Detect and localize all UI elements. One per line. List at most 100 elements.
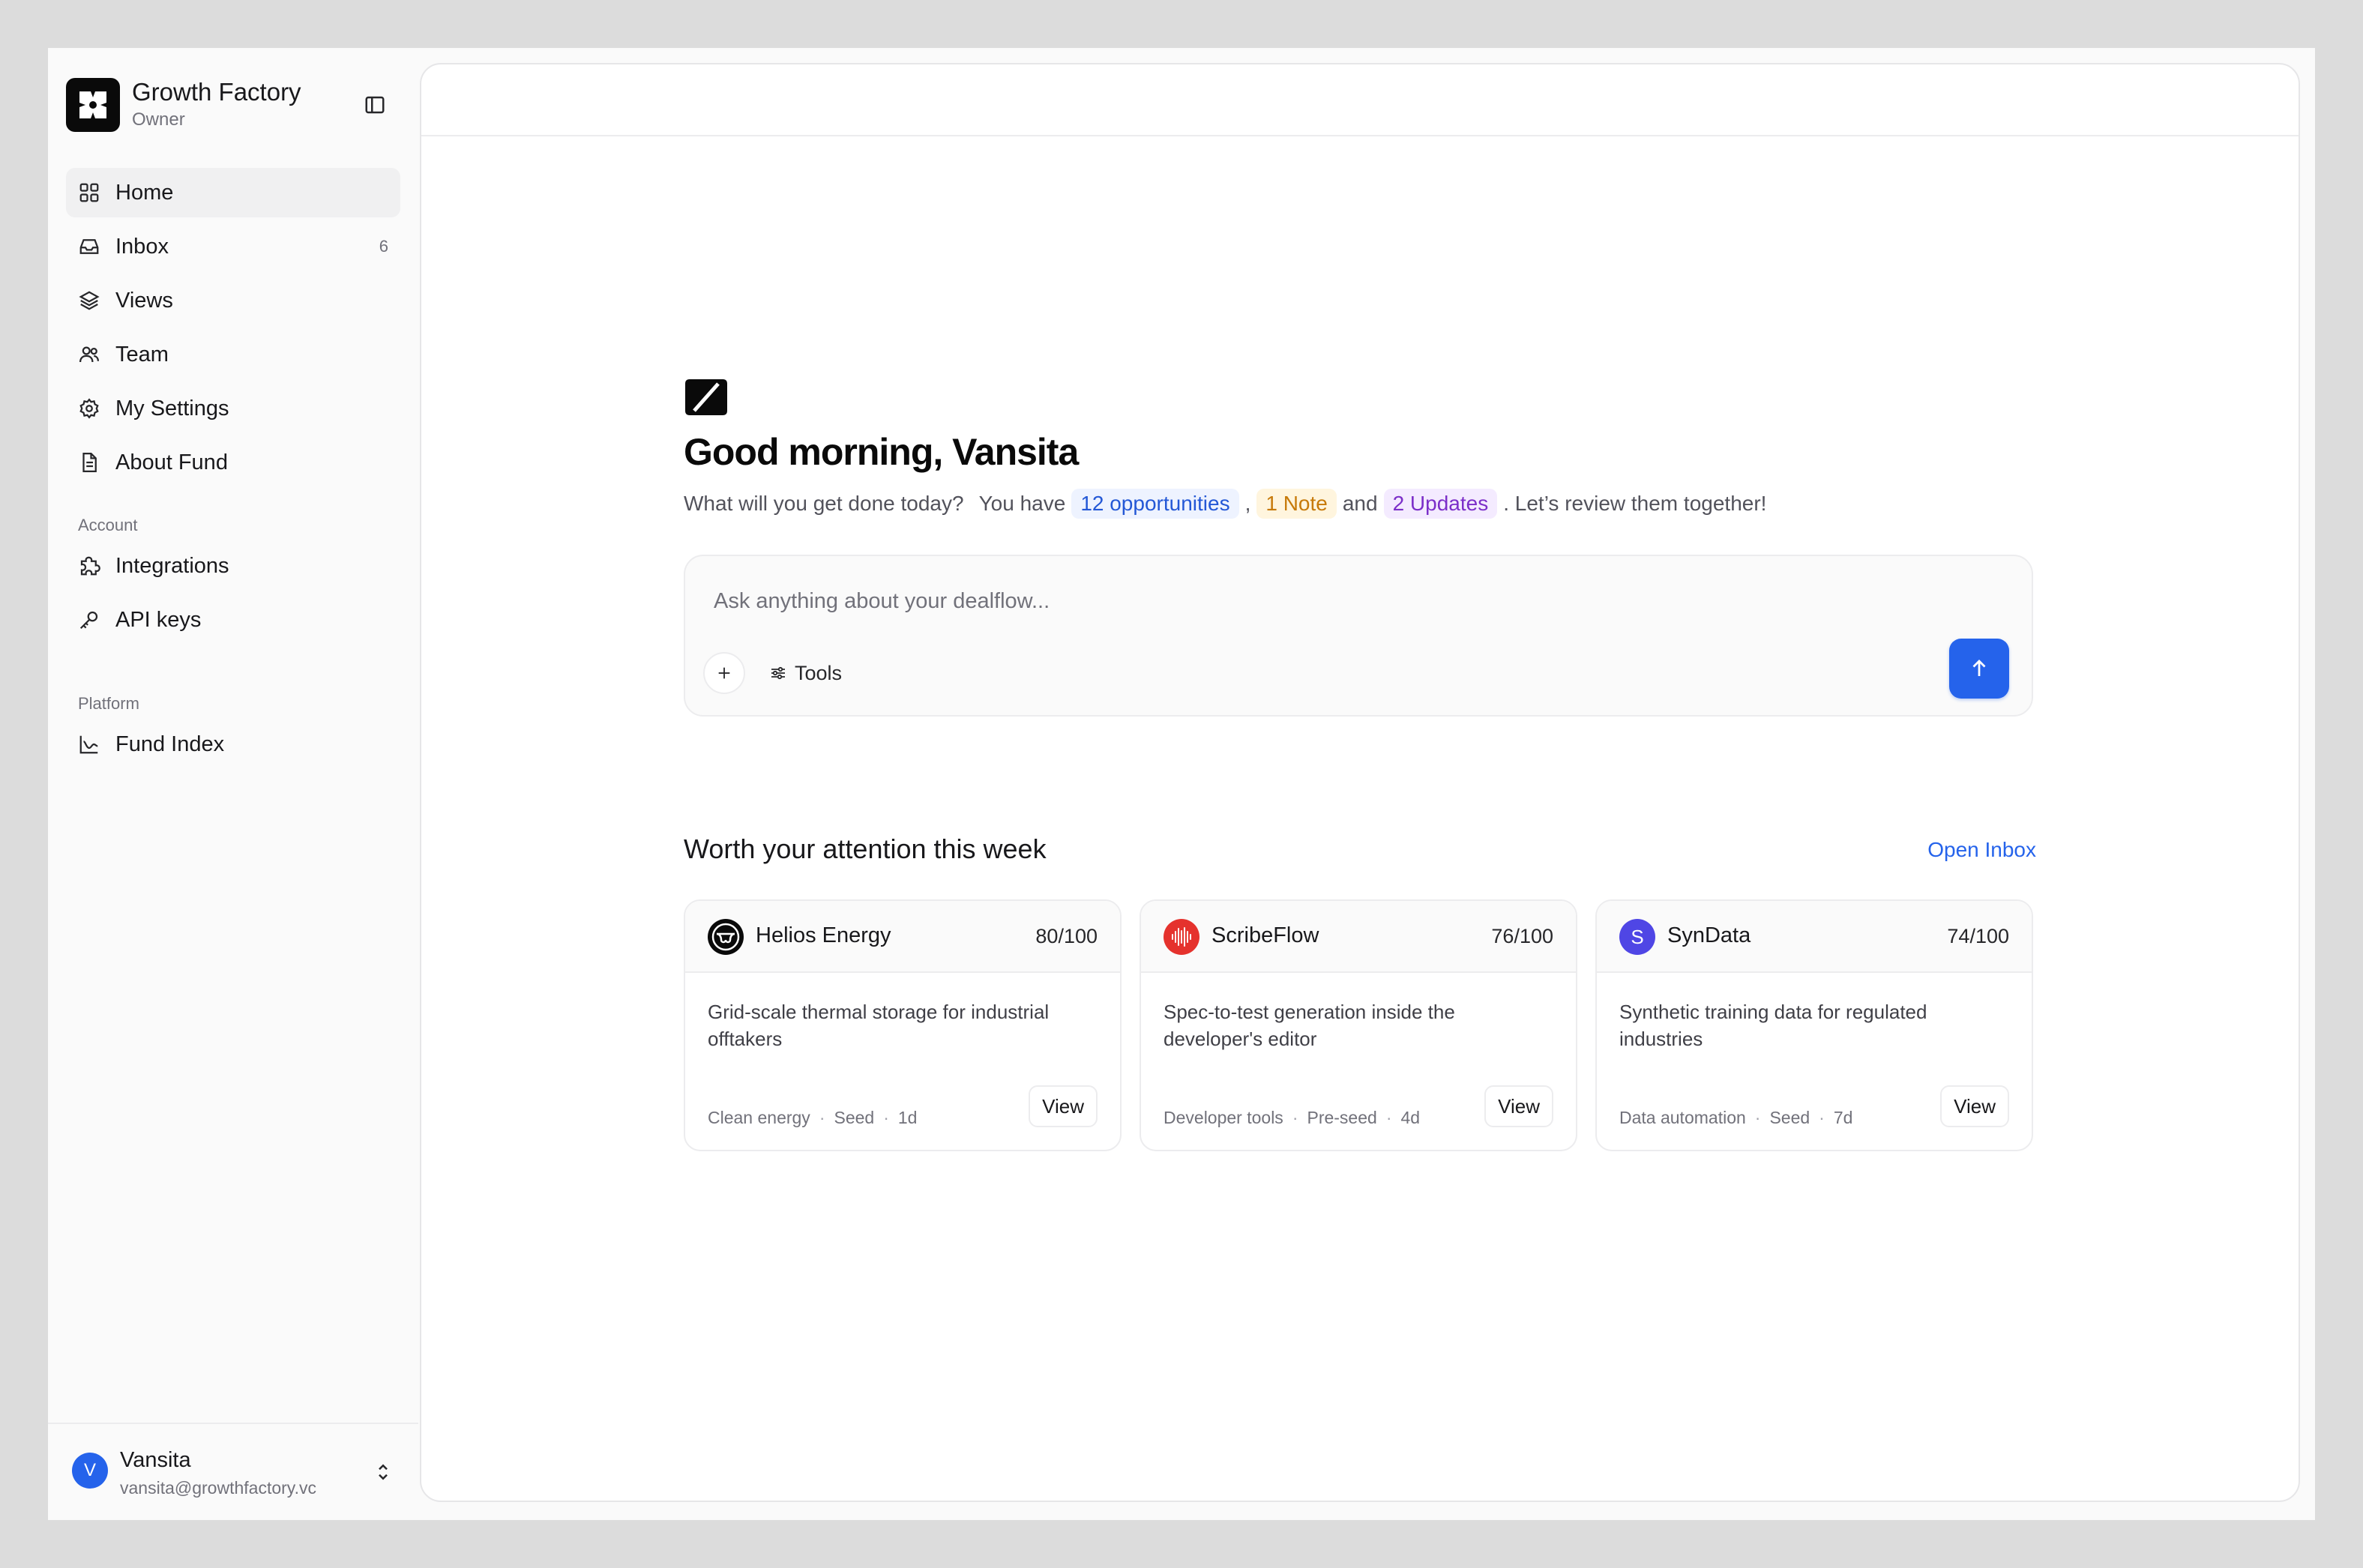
sidebar-item-label: My Settings (115, 396, 229, 420)
user-profile[interactable]: V Vansita vansita@growthfactory.vc (48, 1423, 418, 1520)
user-email: vansita@growthfactory.vc (120, 1478, 316, 1498)
brand-mark-icon (684, 378, 729, 417)
stage-tag: Seed (1769, 1108, 1810, 1127)
page-title: Good morning, Vansita (684, 431, 1079, 473)
inbox-icon (76, 234, 102, 259)
card-meta: Data automation · Seed · 7d (1619, 1108, 1853, 1127)
score-badge: 80/100 (1035, 925, 1098, 947)
app-window: Growth Factory Owner Home Inbox 6 Views … (48, 48, 2315, 1520)
workspace-logo-icon[interactable] (66, 78, 120, 132)
sidebar-item-label: Views (115, 288, 173, 313)
sidebar-item-label: API keys (115, 607, 202, 632)
helios-logo-icon (708, 919, 744, 955)
plus-icon (718, 667, 730, 679)
you-have-text: You have (978, 492, 1066, 515)
stage-tag: Pre-seed (1307, 1108, 1377, 1127)
age-tag: 4d (1400, 1108, 1421, 1127)
platform-group-label: Platform (78, 694, 139, 713)
sidebar-item-team[interactable]: Team (66, 330, 400, 379)
opportunity-card[interactable]: S SynData 74/100 Synthetic training data… (1595, 899, 2033, 1151)
users-icon (76, 342, 102, 367)
document-icon (76, 450, 102, 475)
view-button[interactable]: View (1484, 1085, 1553, 1127)
workspace-name[interactable]: Growth Factory (132, 78, 301, 106)
gear-icon (76, 396, 102, 421)
company-description: Grid-scale thermal storage for industria… (708, 1001, 1050, 1050)
platform-nav: Fund Index (66, 720, 400, 774)
main-topbar (421, 64, 2299, 136)
comma-text: , (1244, 492, 1251, 515)
primary-nav: Home Inbox 6 Views Team My Settings Abou… (66, 168, 400, 492)
view-button[interactable]: View (1940, 1085, 2009, 1127)
sidebar-item-about-fund[interactable]: About Fund (66, 438, 400, 487)
updates-badge[interactable]: 2 Updates (1383, 489, 1498, 519)
sidebar: Growth Factory Owner Home Inbox 6 Views … (48, 48, 418, 1520)
account-nav: Integrations API keys (66, 541, 400, 649)
score-badge: 76/100 (1491, 925, 1553, 947)
layers-icon (76, 288, 102, 313)
main-panel: Good morning, Vansita What will you get … (420, 63, 2300, 1502)
sidebar-item-label: Home (115, 180, 174, 205)
inbox-count-badge: 6 (379, 237, 388, 256)
sidebar-item-home[interactable]: Home (66, 168, 400, 217)
opportunities-badge[interactable]: 12 opportunities (1071, 489, 1239, 519)
tools-label: Tools (795, 661, 843, 684)
sidebar-item-label: About Fund (115, 450, 228, 474)
sidebar-item-views[interactable]: Views (66, 276, 400, 325)
card-header: ScribeFlow 76/100 (1141, 901, 1576, 973)
opportunity-card[interactable]: ScribeFlow 76/100 Spec-to-test generatio… (1140, 899, 1577, 1151)
syndata-logo-icon: S (1619, 919, 1655, 955)
sidebar-item-label: Team (115, 342, 169, 367)
opportunity-card[interactable]: Helios Energy 80/100 Grid-scale thermal … (684, 899, 1122, 1151)
age-tag: 1d (897, 1108, 918, 1127)
workspace-role: Owner (132, 109, 185, 130)
chevron-up-down-icon[interactable] (372, 1459, 394, 1486)
arrow-up-icon (1972, 660, 1986, 676)
add-attachment-button[interactable] (703, 652, 745, 694)
tools-button[interactable]: Tools (769, 654, 842, 693)
section-title: Worth your attention this week (684, 833, 1047, 864)
sidebar-item-label: Inbox (115, 234, 169, 259)
age-tag: 7d (1833, 1108, 1853, 1127)
and-text: and (1342, 492, 1378, 515)
closing-text: . Let’s review them together! (1503, 492, 1767, 515)
sidebar-item-inbox[interactable]: Inbox 6 (66, 222, 400, 271)
sidebar-item-my-settings[interactable]: My Settings (66, 384, 400, 433)
card-meta: Developer tools · Pre-seed · 4d (1164, 1108, 1421, 1127)
sector-tag: Developer tools (1164, 1108, 1283, 1127)
company-name: ScribeFlow (1211, 923, 1319, 947)
ask-composer: Tools (684, 555, 2033, 717)
prompt-text: What will you get done today? (684, 492, 964, 515)
grid-icon (76, 180, 102, 205)
company-description: Synthetic training data for regulated in… (1619, 1001, 1927, 1050)
company-name: SynData (1667, 923, 1751, 947)
company-name: Helios Energy (756, 923, 891, 947)
sidebar-item-fund-index[interactable]: Fund Index (66, 720, 400, 769)
company-description: Spec-to-test generation inside the devel… (1164, 1001, 1455, 1050)
account-group-label: Account (78, 516, 138, 534)
key-icon (76, 607, 102, 633)
open-inbox-link[interactable]: Open Inbox (1927, 838, 2036, 862)
user-name: Vansita (120, 1448, 191, 1472)
summary-line: What will you get done today? You have 1… (684, 487, 1766, 520)
chart-line-icon (76, 732, 102, 757)
sector-tag: Clean energy (708, 1108, 810, 1127)
view-button[interactable]: View (1029, 1085, 1098, 1127)
sidebar-item-integrations[interactable]: Integrations (66, 541, 400, 591)
sliders-icon (771, 666, 785, 680)
soundwave-logo-icon (1164, 919, 1199, 955)
card-meta: Clean energy · Seed · 1d (708, 1108, 918, 1127)
ask-input[interactable] (714, 583, 1988, 619)
stage-tag: Seed (834, 1108, 875, 1127)
avatar[interactable]: V (72, 1453, 108, 1489)
sidebar-item-label: Integrations (115, 553, 229, 578)
sidebar-toggle-icon[interactable] (360, 90, 390, 120)
card-header: Helios Energy 80/100 (685, 901, 1120, 973)
sector-tag: Data automation (1619, 1108, 1746, 1127)
sidebar-item-label: Fund Index (115, 732, 225, 756)
puzzle-icon (76, 553, 102, 579)
score-badge: 74/100 (1947, 925, 2009, 947)
send-button[interactable] (1949, 639, 2009, 699)
sidebar-item-api-keys[interactable]: API keys (66, 595, 400, 645)
notes-badge[interactable]: 1 Note (1256, 489, 1337, 519)
